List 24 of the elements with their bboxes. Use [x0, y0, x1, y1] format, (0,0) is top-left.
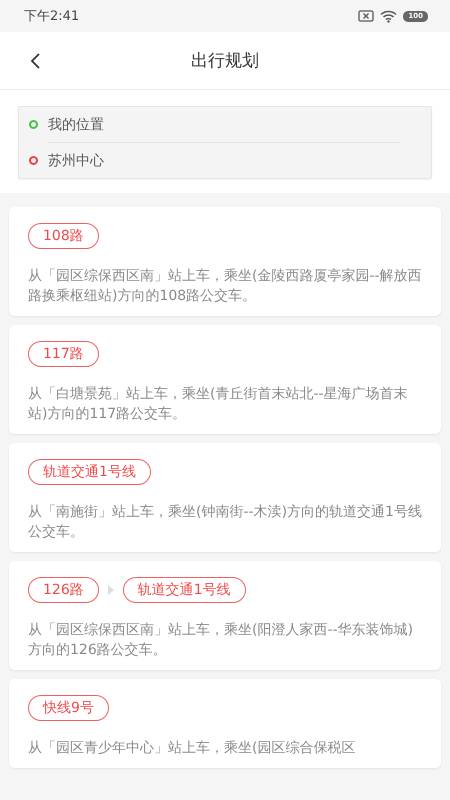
sim-card-icon	[358, 10, 374, 22]
line-tag: 126路	[28, 577, 99, 603]
line-tag: 轨道交通1号线	[122, 577, 246, 603]
route-description: 从「园区综保西区南」站上车，乘坐(阳澄人家西--华东装饰城)方向的126路公交车。	[28, 621, 414, 660]
location-label[interactable]: 我的位置	[48, 116, 104, 134]
line-tag: 108路	[28, 223, 99, 249]
status-time: 下午2:41	[24, 8, 80, 25]
line-tag: 117路	[28, 341, 99, 367]
route-description: 从「园区青少年中心」站上车，乘坐(园区综合保税区	[28, 739, 356, 758]
arrow-icon	[108, 585, 114, 595]
wifi-icon	[380, 10, 398, 22]
route-card[interactable]: 轨道交通1号线 从「南施街」站上车，乘坐(钟南街--木渎)方向的轨道交通1号线公交车。	[9, 443, 441, 552]
back-icon[interactable]	[29, 52, 41, 70]
route-description: 从「园区综保西区南」站上车，乘坐(金陵西路厦亭家园--解放西路换乘枢纽站)方向的108路公交车。	[28, 267, 422, 306]
route-card[interactable]: 快线9号 从「园区青少年中心」站上车，乘坐(园区综合保税区	[9, 679, 441, 768]
route-card[interactable]: 126路 轨道交通1号线 从「园区综保西区南」站上车，乘坐(阳澄人家西--华东装饰城)方向的126路公交车。	[9, 561, 441, 670]
line-tag: 快线9号	[28, 695, 109, 721]
route-card[interactable]: 108路 从「园区综保西区南」站上车，乘坐(金陵西路厦亭家园--解放西路换乘枢纽站)方向的108路公交车。	[9, 207, 441, 316]
route-card[interactable]: 117路 从「白塘景苑」站上车，乘坐(青丘街首末站北--星海广场首末站)方向的117路公交车。	[9, 325, 441, 434]
line-tag: 轨道交通1号线	[28, 459, 151, 485]
route-description: 从「白塘景苑」站上车，乘坐(青丘街首末站北--星海广场首末站)方向的117路公交车。	[28, 385, 409, 424]
page-title: 出行规划	[191, 50, 259, 72]
route-description: 从「南施街」站上车，乘坐(钟南街--木渎)方向的轨道交通1号线公交车。	[28, 503, 422, 542]
location-label[interactable]: 苏州中心	[48, 152, 104, 170]
